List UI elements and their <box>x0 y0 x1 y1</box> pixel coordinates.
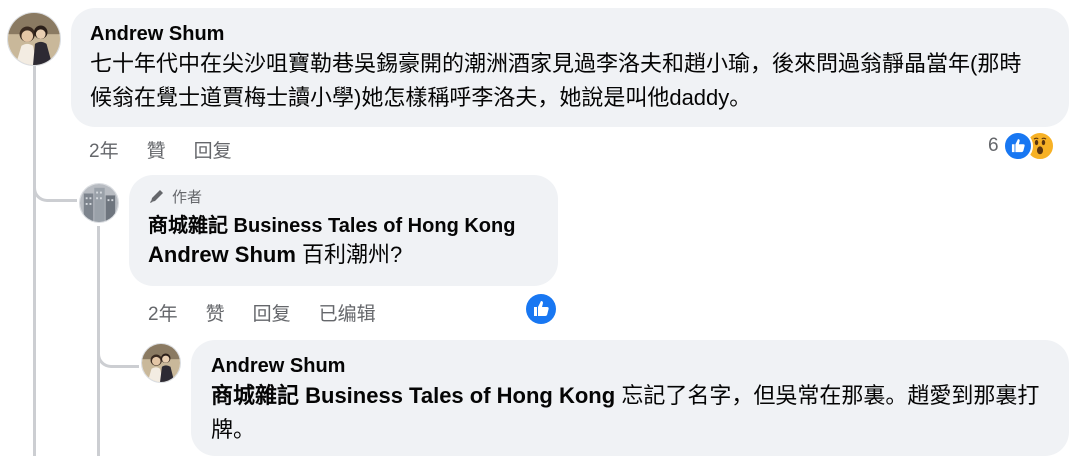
comment-actions: 2年 贊 回复 <box>89 136 232 163</box>
avatar[interactable] <box>7 12 61 66</box>
like-button[interactable]: 赞 <box>206 299 225 326</box>
comment-author[interactable]: Andrew Shum <box>90 21 1050 47</box>
comment-bubble: Andrew Shum 商城雜記 Business Tales of Hong … <box>191 340 1069 456</box>
comment-body: 百利潮州? <box>302 242 403 267</box>
reply-button[interactable]: 回复 <box>194 136 232 163</box>
comment-timestamp[interactable]: 2年 <box>148 299 178 326</box>
comment-bubble: 作者 商城雜記 Business Tales of Hong Kong Andr… <box>129 175 558 286</box>
avatar[interactable] <box>141 343 181 383</box>
thread-line <box>33 64 36 456</box>
reaction-summary[interactable]: 6 <box>988 131 1055 161</box>
avatar[interactable] <box>79 183 119 223</box>
comment-text: Andrew Shum 百利潮州? <box>148 239 539 271</box>
like-icon[interactable] <box>526 294 556 324</box>
thread-connector-nested <box>97 334 139 368</box>
pencil-icon <box>150 190 163 203</box>
comment-timestamp[interactable]: 2年 <box>89 136 119 163</box>
like-button[interactable]: 贊 <box>147 136 166 163</box>
author-badge-label: 作者 <box>172 188 203 206</box>
comment-actions: 2年 赞 回复 已编辑 <box>148 299 376 326</box>
reply-button[interactable]: 回复 <box>253 299 291 326</box>
thread-connector <box>33 170 77 202</box>
mention-link[interactable]: 商城雜記 Business Tales of Hong Kong <box>211 383 615 408</box>
comment-author[interactable]: Andrew Shum <box>211 353 1049 379</box>
author-badge: 作者 <box>148 185 539 207</box>
like-icon <box>1002 131 1033 161</box>
comment-author[interactable]: 商城雜記 Business Tales of Hong Kong <box>148 213 539 239</box>
reaction-count: 6 <box>988 135 999 156</box>
mention-link[interactable]: Andrew Shum <box>148 242 296 267</box>
edited-label[interactable]: 已编辑 <box>319 299 376 326</box>
comment-bubble: Andrew Shum 七十年代中在尖沙咀寶勒巷吳錫豪開的潮洲酒家見過李洛夫和趙… <box>71 8 1069 127</box>
comment-text: 商城雜記 Business Tales of Hong Kong 忘記了名字，但… <box>211 379 1041 447</box>
comment-text: 七十年代中在尖沙咀寶勒巷吳錫豪開的潮洲酒家見過李洛夫和趙小瑜，後來問過翁靜晶當年… <box>90 51 1022 110</box>
comment-thread: Andrew Shum 七十年代中在尖沙咀寶勒巷吳錫豪開的潮洲酒家見過李洛夫和趙… <box>0 0 1080 456</box>
